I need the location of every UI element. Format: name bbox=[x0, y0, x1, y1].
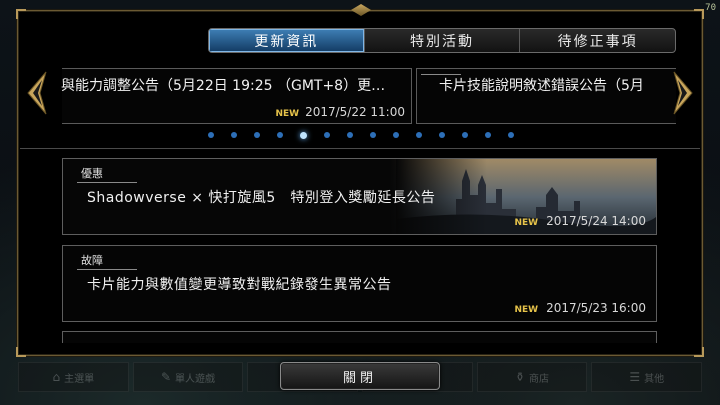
chevron-left-icon bbox=[27, 71, 47, 115]
carousel-dot[interactable] bbox=[254, 132, 260, 138]
carousel-dot[interactable] bbox=[485, 132, 491, 138]
carousel-pagination bbox=[0, 132, 720, 139]
carousel-card-meta: NEW 2017/5/22 11:00 bbox=[275, 105, 405, 119]
carousel-card-title: 與能力調整公告（5月22日 19:25 （GMT+8）更… bbox=[61, 78, 386, 94]
new-badge: NEW bbox=[514, 218, 539, 228]
frame-corner bbox=[694, 9, 704, 19]
news-date: 2017/5/23 16:00 bbox=[546, 301, 646, 315]
carousel-dot[interactable] bbox=[277, 132, 283, 138]
news-title: Shadowverse × 快打旋風5 特別登入獎勵延長公告 bbox=[87, 190, 436, 206]
carousel-dot[interactable] bbox=[231, 132, 237, 138]
nav-item-label: 其他 bbox=[644, 373, 665, 385]
frame-corner bbox=[16, 9, 26, 19]
carousel-dot[interactable] bbox=[370, 132, 376, 138]
close-button[interactable]: 關閉 bbox=[280, 362, 440, 390]
nav-item-label: 單人遊戲 bbox=[175, 373, 216, 385]
news-date: 2017/5/24 14:00 bbox=[546, 214, 646, 228]
carousel-prev-arrow[interactable] bbox=[26, 70, 48, 116]
carousel-dot[interactable] bbox=[439, 132, 445, 138]
tab-updates[interactable]: 更新資訊 bbox=[209, 29, 365, 52]
chevron-right-icon bbox=[673, 71, 693, 115]
carousel-dot[interactable] bbox=[324, 132, 330, 138]
nav-item-shop[interactable]: ⚱ 商店 bbox=[476, 362, 588, 392]
news-category: 故障 bbox=[77, 252, 137, 270]
nav-item-other[interactable]: ☰ 其他 bbox=[591, 362, 703, 392]
news-item[interactable]: 故障 卡片能力與數值變更導致對戰紀錄發生異常公告 NEW 2017/5/23 1… bbox=[62, 245, 657, 322]
carousel-card-previous[interactable]: 與能力調整公告（5月22日 19:25 （GMT+8）更… NEW 2017/5… bbox=[61, 68, 412, 124]
news-category: 優惠 bbox=[77, 165, 137, 183]
carousel-dot[interactable] bbox=[347, 132, 353, 138]
new-badge: NEW bbox=[275, 109, 300, 119]
solo-icon: ✎ bbox=[160, 370, 172, 384]
tab-special-events[interactable]: 特別活動 bbox=[365, 29, 521, 52]
section-divider bbox=[20, 148, 700, 149]
carousel-dot[interactable] bbox=[462, 132, 468, 138]
nav-item-solo[interactable]: ✎ 單人遊戲 bbox=[132, 362, 244, 392]
news-meta: NEW 2017/5/23 16:00 bbox=[514, 301, 646, 315]
nav-item-label: 商店 bbox=[529, 373, 550, 385]
other-icon: ☰ bbox=[629, 370, 641, 384]
tab-known-issues[interactable]: 待修正事項 bbox=[520, 29, 675, 52]
carousel-dot[interactable] bbox=[416, 132, 422, 138]
carousel-card-title: 卡片技能說明敘述錯誤公告（5月 bbox=[439, 78, 644, 94]
nav-item-label: 主選單 bbox=[64, 373, 95, 385]
carousel-dot[interactable] bbox=[393, 132, 399, 138]
new-badge: NEW bbox=[514, 305, 539, 315]
nav-item-home[interactable]: ⌂ 主選單 bbox=[18, 362, 129, 392]
frame-corner bbox=[16, 347, 26, 357]
frame-corner bbox=[694, 347, 704, 357]
carousel-dot[interactable] bbox=[508, 132, 514, 138]
corner-indicator: 70 bbox=[705, 3, 716, 13]
news-item[interactable]: 優惠 Shadowverse × 快打旋風5 特別登入獎勵延長公告 NEW 20… bbox=[62, 158, 657, 235]
carousel-dot[interactable] bbox=[208, 132, 214, 138]
news-title: 卡片能力與數值變更導致對戰紀錄發生異常公告 bbox=[87, 277, 392, 293]
carousel-dot[interactable] bbox=[300, 132, 307, 139]
shop-icon: ⚱ bbox=[514, 370, 526, 384]
news-meta: NEW 2017/5/24 14:00 bbox=[514, 214, 646, 228]
carousel-card-date: 2017/5/22 11:00 bbox=[305, 105, 405, 119]
news-tabs: 更新資訊 特別活動 待修正事項 bbox=[208, 28, 676, 53]
carousel-next-arrow[interactable] bbox=[672, 70, 694, 116]
carousel-card-next[interactable]: 卡片技能說明敘述錯誤公告（5月 bbox=[416, 68, 676, 124]
home-icon: ⌂ bbox=[52, 370, 61, 384]
news-item-partial[interactable] bbox=[62, 331, 657, 343]
